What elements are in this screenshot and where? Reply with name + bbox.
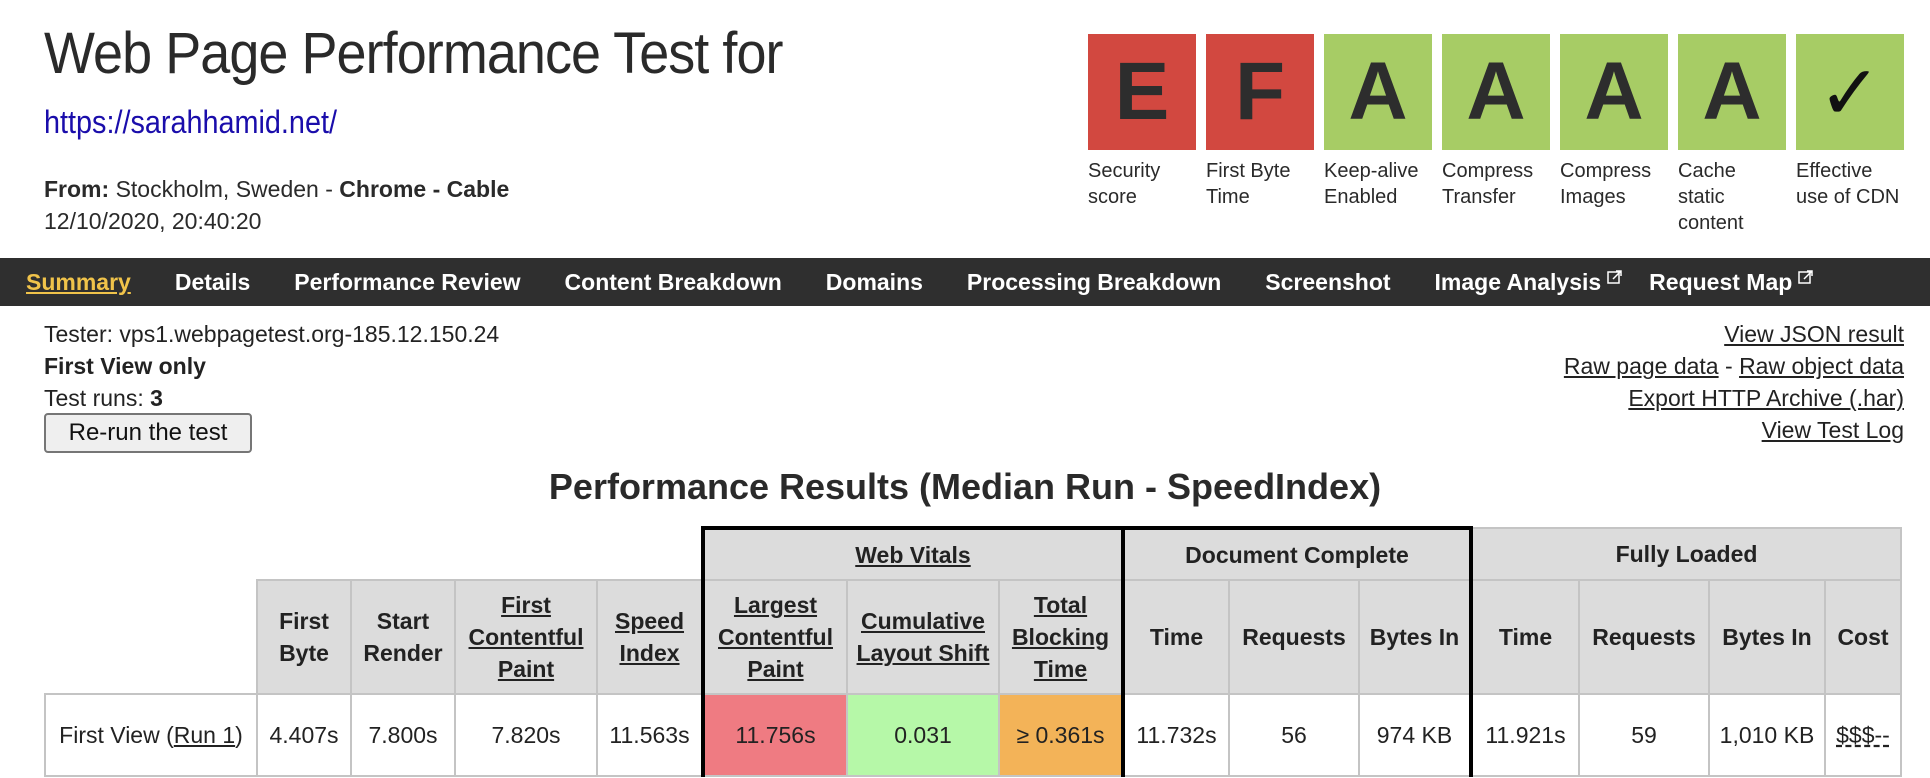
cell-fl-time: 11.921s <box>1470 693 1580 777</box>
grade-keep-alive[interactable]: A Keep-alive Enabled <box>1324 34 1432 236</box>
external-link-icon <box>1607 270 1622 284</box>
tab-content-breakdown[interactable]: Content Breakdown <box>565 269 782 296</box>
grade-box[interactable]: F <box>1206 34 1314 150</box>
grade-cache-static[interactable]: A Cache static content <box>1678 34 1786 236</box>
results-nav: Summary Details Performance Review Conte… <box>0 258 1930 306</box>
test-date: 12/10/2020, 20:40:20 <box>44 208 262 234</box>
grade-box[interactable]: A <box>1560 34 1668 150</box>
cell-cost[interactable]: $$$-- <box>1824 693 1902 777</box>
raw-page-data-link[interactable]: Raw page data <box>1564 353 1719 379</box>
col-start-render: Start Render <box>350 579 456 695</box>
grades-bar: E Security score F First Byte Time A Kee… <box>1088 34 1904 236</box>
browser-text: Chrome <box>339 176 427 202</box>
cell-dc-time: 11.732s <box>1122 693 1230 777</box>
grade-label: Cache static content <box>1678 160 1744 234</box>
col-cost: Cost <box>1824 579 1902 695</box>
col-dc-requests: Requests <box>1228 579 1360 695</box>
test-location: From: Stockholm, Sweden - Chrome - Cable <box>44 176 510 202</box>
test-runs-count: 3 <box>150 385 163 411</box>
grade-label: First Byte Time <box>1206 160 1291 208</box>
grade-box[interactable]: A <box>1442 34 1550 150</box>
grade-label: Keep-alive Enabled <box>1324 160 1419 208</box>
group-document-complete: Document Complete <box>1122 526 1473 581</box>
cell-fl-requests: 59 <box>1578 693 1710 777</box>
location-text: Stockholm, Sweden <box>115 176 319 202</box>
raw-object-data-link[interactable]: Raw object data <box>1739 353 1904 379</box>
cell-first-contentful-paint: 7.820s <box>454 693 598 777</box>
connection-text: Cable <box>446 176 510 202</box>
tab-request-map[interactable]: Request Map <box>1649 269 1814 296</box>
empty-header <box>45 580 257 695</box>
grade-security[interactable]: E Security score <box>1088 34 1196 236</box>
tab-screenshot[interactable]: Screenshot <box>1265 269 1390 296</box>
tester-line: Tester: vps1.webpagetest.org-185.12.150.… <box>44 321 500 347</box>
cell-first-byte: 4.407s <box>256 693 352 777</box>
tab-details[interactable]: Details <box>175 269 250 296</box>
grade-label: Security score <box>1088 160 1161 208</box>
view-mode: First View only <box>44 353 206 379</box>
grade-label: Compress Images <box>1560 160 1652 208</box>
col-fl-time: Time <box>1470 579 1580 695</box>
grade-first-byte-time[interactable]: F First Byte Time <box>1206 34 1314 236</box>
results-title: Performance Results (Median Run - SpeedI… <box>548 466 1382 507</box>
row-label: First View (Run 1) <box>44 693 258 777</box>
cell-speed-index: 11.563s <box>596 693 704 777</box>
cell-fl-bytes-in: 1,010 KB <box>1708 693 1826 777</box>
external-link-icon <box>1798 270 1814 284</box>
cell-largest-contentful-paint: 11.756s <box>701 693 848 777</box>
grade-label: Compress Transfer <box>1442 160 1534 208</box>
checkmark-icon[interactable]: ✓ <box>1796 34 1904 150</box>
tested-url-link[interactable]: https://sarahhamid.net/ <box>44 104 337 141</box>
tab-performance-review[interactable]: Performance Review <box>294 269 520 296</box>
cost-link[interactable]: $$$-- <box>1836 722 1890 748</box>
col-first-contentful-paint[interactable]: First Contentful Paint <box>454 579 598 695</box>
tab-summary[interactable]: Summary <box>26 269 131 296</box>
table-row: First View (Run 1) 4.407s 7.800s 7.820s … <box>44 693 1902 777</box>
cell-total-blocking-time: ≥ 0.361s <box>998 693 1125 777</box>
col-dc-time: Time <box>1122 579 1230 695</box>
tab-image-analysis[interactable]: Image Analysis <box>1435 269 1624 296</box>
test-info: Tester: vps1.webpagetest.org-185.12.150.… <box>44 318 499 414</box>
col-first-byte: First Byte <box>256 579 352 695</box>
export-har-link[interactable]: Export HTTP Archive (.har) <box>1628 385 1904 411</box>
grade-compress-images[interactable]: A Compress Images <box>1560 34 1668 236</box>
export-links: View JSON result Raw page data - Raw obj… <box>1563 321 1904 443</box>
cell-cumulative-layout-shift: 0.031 <box>846 693 1000 777</box>
run-1-link[interactable]: Run 1 <box>174 722 235 748</box>
group-fully-loaded: Fully Loaded <box>1470 527 1902 581</box>
col-fl-requests: Requests <box>1578 579 1710 695</box>
grade-box[interactable]: E <box>1088 34 1196 150</box>
col-cumulative-layout-shift[interactable]: Cumulative Layout Shift <box>846 579 1000 695</box>
col-fl-bytes-in: Bytes In <box>1708 579 1826 695</box>
cell-dc-bytes-in: 974 KB <box>1358 693 1473 777</box>
col-speed-index[interactable]: Speed Index <box>596 579 704 695</box>
col-total-blocking-time[interactable]: Total Blocking Time <box>998 579 1125 695</box>
grade-box[interactable]: A <box>1678 34 1786 150</box>
view-test-log-link[interactable]: View Test Log <box>1762 417 1904 443</box>
view-json-link[interactable]: View JSON result <box>1724 321 1904 347</box>
group-web-vitals[interactable]: Web Vitals <box>701 526 1125 581</box>
cell-dc-requests: 56 <box>1228 693 1360 777</box>
test-runs: Test runs: 3 <box>44 385 163 411</box>
grade-box[interactable]: A <box>1324 34 1432 150</box>
page-title: Web Page Performance Test for <box>44 21 784 86</box>
performance-results-table: Web Vitals Document Complete Fully Loade… <box>44 526 1902 777</box>
grade-cdn[interactable]: ✓ Effective use of CDN <box>1796 34 1904 236</box>
tester-value: vps1.webpagetest.org-185.12.150.24 <box>119 321 500 347</box>
tab-processing-breakdown[interactable]: Processing Breakdown <box>967 269 1221 296</box>
col-dc-bytes-in: Bytes In <box>1358 579 1473 695</box>
cell-start-render: 7.800s <box>350 693 456 777</box>
empty-header <box>45 528 703 580</box>
grade-label: Effective use of CDN <box>1796 160 1900 208</box>
rerun-test-button[interactable]: Re-run the test <box>44 413 252 453</box>
col-largest-contentful-paint[interactable]: Largest Contentful Paint <box>701 579 848 695</box>
from-label: From: <box>44 176 110 202</box>
grade-compress-transfer[interactable]: A Compress Transfer <box>1442 34 1550 236</box>
tab-domains[interactable]: Domains <box>826 269 923 296</box>
page-header: Web Page Performance Test for https://sa… <box>0 0 1930 258</box>
